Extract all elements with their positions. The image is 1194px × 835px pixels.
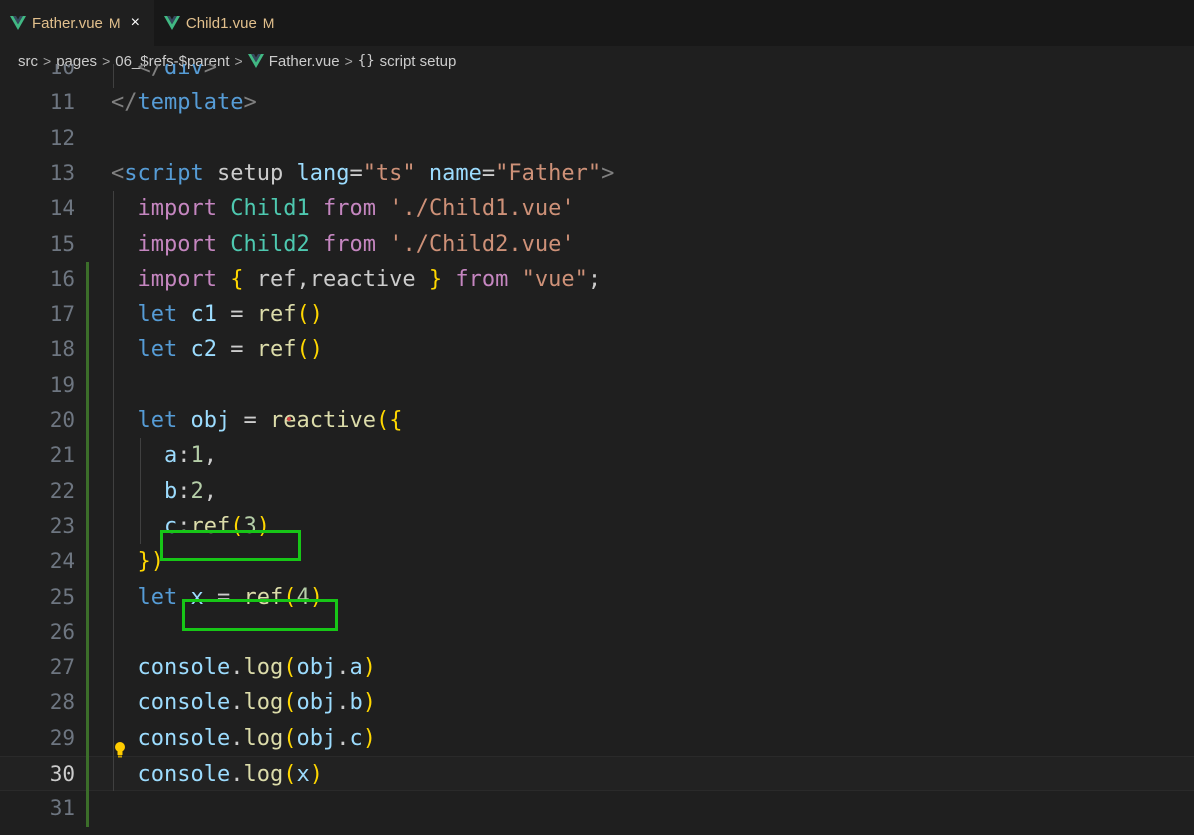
code-text: <script setup lang="ts" name="Father"> xyxy=(111,160,615,186)
code-text: import Child2 from './Child2.vue' xyxy=(137,231,575,257)
code-line-27[interactable]: 27 console.log(obj.a) xyxy=(0,650,1194,685)
line-number: 16 xyxy=(49,266,75,291)
line-number: 28 xyxy=(49,690,75,715)
code-text: let c2 = ref() xyxy=(137,337,324,363)
code-line-13[interactable]: 13 <script setup lang="ts" name="Father"> xyxy=(0,156,1194,191)
code-text: console.log(obj.a) xyxy=(137,655,376,681)
code-line-31[interactable]: 31 xyxy=(0,791,1194,826)
indent-guide xyxy=(113,64,114,88)
code-text: }) xyxy=(137,549,165,575)
code-line-10[interactable]: 10 </div> xyxy=(0,64,1194,85)
line-number: 13 xyxy=(49,160,75,185)
code-text: console.log(obj.b) xyxy=(137,690,376,716)
code-line-18[interactable]: 18 let c2 = ref() xyxy=(0,332,1194,367)
line-number: 10 xyxy=(49,64,75,79)
code-text: </template> xyxy=(111,90,257,116)
modified-badge: M xyxy=(108,15,121,31)
code-text: console.log(obj.c) xyxy=(137,725,376,751)
line-number: 27 xyxy=(49,655,75,680)
code-text: a:1, xyxy=(163,443,217,469)
code-line-26[interactable]: 26 xyxy=(0,615,1194,650)
tab-bar: Father.vue M × Child1.vue M xyxy=(0,0,1194,46)
line-number: 30 xyxy=(49,762,75,786)
vue-file-icon xyxy=(163,16,180,30)
code-text: </div> xyxy=(137,64,218,80)
line-number: 20 xyxy=(49,408,75,432)
code-line-30[interactable]: 30 console.log(x) xyxy=(0,756,1194,792)
code-line-20[interactable]: 20 let obj = reactive({ xyxy=(0,403,1194,438)
code-text: b:2, xyxy=(163,478,217,504)
code-line-12[interactable]: 12 xyxy=(0,121,1194,156)
code-text: let c1 = ref() xyxy=(137,302,324,328)
code-line-17[interactable]: 17 let c1 = ref() xyxy=(0,297,1194,332)
line-number: 24 xyxy=(49,549,75,574)
line-number: 23 xyxy=(49,513,75,538)
line-number: 25 xyxy=(49,584,75,609)
code-editor[interactable]: 10 </div> 11 </template> 12 13 <script setup … xyxy=(0,64,1194,835)
modified-badge: M xyxy=(262,15,275,31)
code-text: let obj = reactive({ xyxy=(137,408,403,433)
code-text: console.log(x) xyxy=(137,762,323,787)
line-number: 14 xyxy=(49,196,75,221)
highlight-box xyxy=(160,530,301,561)
code-line-22[interactable]: 22 b:2, xyxy=(0,474,1194,509)
close-icon[interactable]: × xyxy=(131,14,140,32)
code-text: import { ref,reactive } from "vue"; xyxy=(137,266,602,292)
code-line-28[interactable]: 28 console.log(obj.b) xyxy=(0,685,1194,720)
line-number: 26 xyxy=(49,619,75,644)
git-modified-marker xyxy=(86,261,89,827)
indent-guide xyxy=(113,191,114,792)
line-number: 29 xyxy=(49,725,75,750)
tab-child1-vue[interactable]: Child1.vue M xyxy=(153,0,289,46)
code-line-29[interactable]: 29 console.log(obj.c) xyxy=(0,721,1194,756)
lightbulb-icon[interactable] xyxy=(113,741,127,759)
line-number: 19 xyxy=(49,372,75,397)
tab-father-vue[interactable]: Father.vue M × xyxy=(0,0,154,46)
code-line-15[interactable]: 15 import Child2 from './Child2.vue' xyxy=(0,227,1194,262)
line-number: 15 xyxy=(49,231,75,256)
code-line-19[interactable]: 19 xyxy=(0,368,1194,403)
line-number: 31 xyxy=(49,796,75,821)
line-number: 17 xyxy=(49,302,75,327)
highlight-box xyxy=(182,599,338,631)
error-marker xyxy=(287,417,291,421)
tab-label: Child1.vue xyxy=(185,14,257,32)
line-number: 21 xyxy=(49,443,75,468)
code-line-16[interactable]: 16 import { ref,reactive } from "vue"; xyxy=(0,262,1194,297)
line-number: 18 xyxy=(49,337,75,362)
code-line-11[interactable]: 11 </template> xyxy=(0,85,1194,120)
code-line-14[interactable]: 14 import Child1 from './Child1.vue' xyxy=(0,191,1194,226)
code-line-21[interactable]: 21 a:1, xyxy=(0,438,1194,473)
vue-file-icon xyxy=(10,16,26,30)
code-text: import Child1 from './Child1.vue' xyxy=(137,196,575,222)
line-number: 12 xyxy=(49,125,75,150)
tab-label: Father.vue xyxy=(32,14,103,32)
code-line-25[interactable]: 25 let x = ref(4) xyxy=(0,580,1194,615)
line-number: 11 xyxy=(49,90,75,115)
indent-guide xyxy=(140,438,141,545)
line-number: 22 xyxy=(49,478,75,503)
